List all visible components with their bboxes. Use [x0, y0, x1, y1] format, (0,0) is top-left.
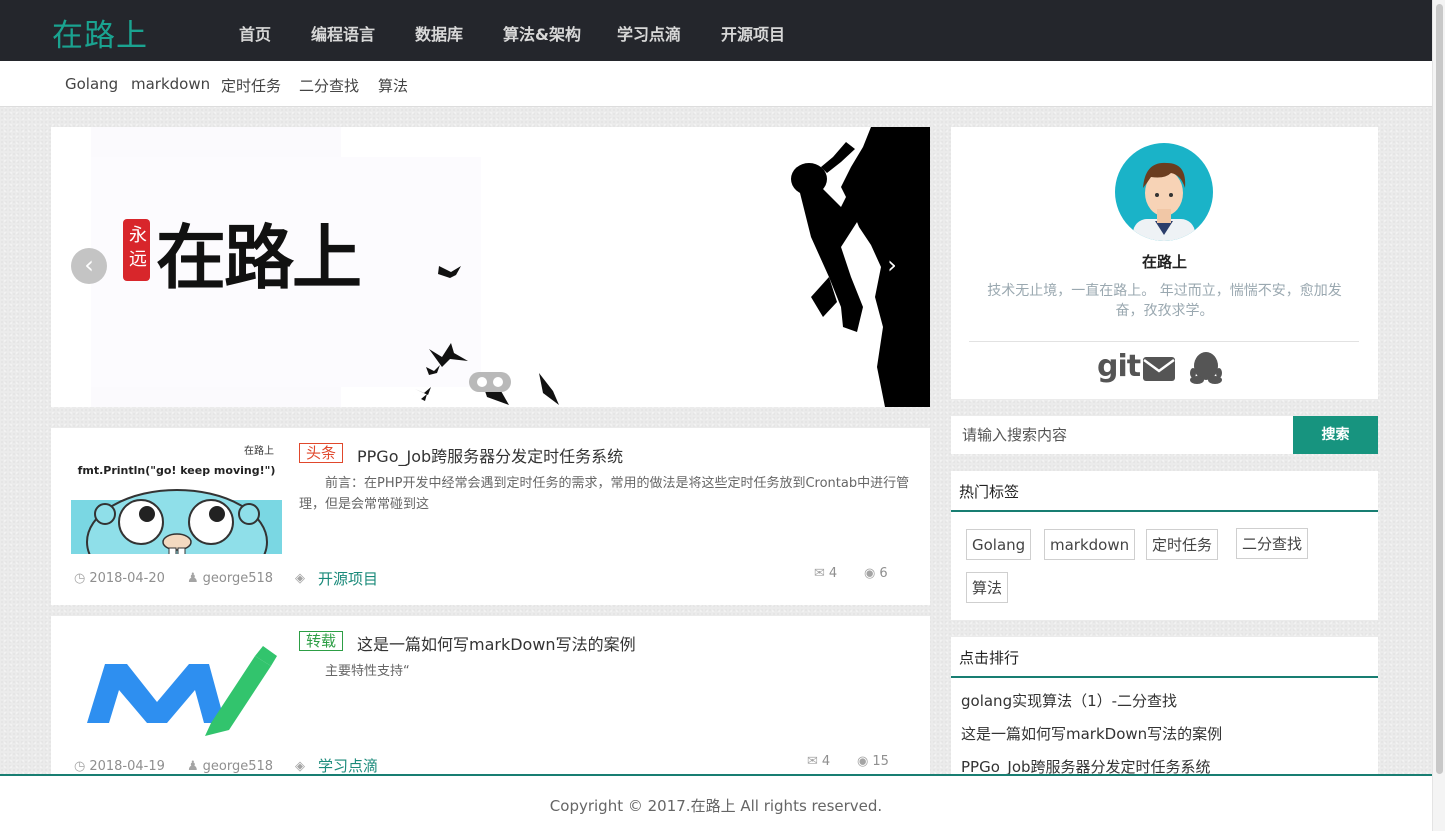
article-title[interactable]: PPGo_Job跨服务器分发定时任务系统 [357, 443, 623, 467]
article-author: ♟ george518 [187, 759, 273, 774]
nav-study-notes[interactable]: 学习点滴 [617, 21, 681, 45]
hot-tags-panel: 热门标签 Golang markdown 定时任务 二分查找 算法 [951, 471, 1378, 620]
subnav-tag-binary-search[interactable]: 二分查找 [299, 75, 359, 96]
eye-icon: ◉ [864, 566, 876, 581]
ranking-panel: 点击排行 golang实现算法（1）-二分查找 这是一篇如何写markDown写… [951, 637, 1378, 777]
carousel-dot-2[interactable] [493, 377, 503, 387]
footer: Copyright © 2017.在路上 All rights reserved… [0, 774, 1432, 831]
comment-count-value: 4 [828, 566, 838, 581]
comment-count: ✉ 4 [814, 566, 837, 581]
avatar-illustration [1133, 162, 1195, 241]
ranking-title: 点击排行 [951, 637, 1378, 678]
view-count-value: 6 [879, 566, 888, 581]
page-scrollbar[interactable] [1432, 0, 1445, 831]
repost-badge: 转载 [299, 631, 344, 651]
subnav-tag-markdown[interactable]: markdown [131, 75, 210, 93]
tag-subnav: Golang markdown 定时任务 二分查找 算法 [0, 61, 1432, 107]
article-date: ◷ 2018-04-19 [74, 759, 165, 774]
ranking-item[interactable]: golang实现算法（1）-二分查找 [961, 690, 1177, 711]
tag-algorithm[interactable]: 算法 [966, 572, 1009, 603]
user-icon: ♟ [187, 571, 199, 586]
banner-calligraphy: 在路上 [156, 216, 362, 299]
hot-tags-title: 热门标签 [951, 471, 1378, 512]
tag-binary-search[interactable]: 二分查找 [1236, 528, 1309, 559]
article-author: ♟ george518 [187, 571, 273, 586]
article-author-value[interactable]: george518 [203, 759, 273, 774]
article-category-link[interactable]: 学习点滴 [318, 755, 378, 776]
carousel-indicators [469, 372, 511, 392]
article-date-value: 2018-04-19 [89, 759, 165, 774]
comment-icon: ✉ [807, 754, 818, 769]
top-navbar: 在路上 首页 编程语言 数据库 算法&架构 学习点滴 开源项目 [0, 0, 1432, 61]
eye-icon: ◉ [857, 754, 869, 769]
headline-badge: 头条 [299, 443, 344, 463]
nav-programming-languages[interactable]: 编程语言 [311, 21, 375, 45]
qq-icon[interactable] [1189, 351, 1223, 385]
git-icon[interactable]: git [1097, 349, 1141, 384]
search-input[interactable] [951, 416, 1293, 454]
scrollbar-thumb[interactable] [1436, 4, 1443, 774]
gopher-illustration [71, 489, 282, 554]
subnav-tag-algorithm[interactable]: 算法 [378, 75, 408, 96]
banner-seal-text: 永远 [129, 225, 147, 270]
copyright-text: Copyright © 2017.在路上 All rights reserved… [549, 797, 883, 815]
comment-icon: ✉ [814, 566, 825, 581]
user-icon: ♟ [187, 759, 199, 774]
brand-logo[interactable]: 在路上 [52, 10, 148, 55]
view-count: ◉ 15 [857, 754, 889, 769]
nav-algorithm-architecture[interactable]: 算法&架构 [503, 21, 581, 45]
view-count: ◉ 6 [864, 566, 888, 581]
tag-icon: ◈ [295, 571, 305, 586]
article-author-value[interactable]: george518 [203, 571, 273, 586]
nav-home[interactable]: 首页 [239, 21, 271, 45]
mail-icon[interactable] [1142, 356, 1176, 382]
clock-icon: ◷ [74, 759, 86, 774]
carousel-next-button[interactable]: › [879, 250, 905, 280]
carousel-dot-1[interactable] [477, 377, 487, 387]
profile-name: 在路上 [1141, 253, 1187, 271]
avatar[interactable] [1115, 143, 1213, 241]
profile-card: 在路上 技术无止境，一直在路上。 年过而立，惴惴不安，愈加发奋，孜孜求学。 gi… [951, 127, 1378, 399]
tag-cron[interactable]: 定时任务 [1146, 529, 1219, 560]
article-thumbnail[interactable] [71, 630, 282, 742]
article-card[interactable]: 在路上 fmt.Println("go! keep moving!") 头条 P… [51, 428, 930, 605]
subnav-tag-cron[interactable]: 定时任务 [221, 75, 281, 96]
article-date-value: 2018-04-20 [89, 571, 165, 586]
tag-markdown[interactable]: markdown [1044, 529, 1136, 560]
markdown-logo [87, 646, 277, 736]
profile-bio: 技术无止境，一直在路上。 年过而立，惴惴不安，愈加发奋，孜孜求学。 [987, 283, 1342, 319]
search-button[interactable]: 搜索 [1293, 416, 1378, 454]
profile-divider [969, 341, 1359, 342]
carousel-prev-button[interactable]: ‹ [71, 248, 107, 284]
subnav-tag-golang[interactable]: Golang [65, 75, 118, 93]
nav-database[interactable]: 数据库 [415, 21, 463, 45]
tag-golang[interactable]: Golang [966, 529, 1032, 560]
article-category: ◈ [295, 571, 309, 586]
article-card[interactable]: 转载 这是一篇如何写markDown写法的案例 主要特性支持“ ◷ 2018-04… [51, 616, 930, 776]
article-category: ◈ [295, 759, 309, 774]
article-excerpt: 主要特性支持“ [299, 664, 410, 679]
article-title[interactable]: 这是一篇如何写markDown写法的案例 [357, 631, 636, 655]
article-category-link[interactable]: 开源项目 [318, 568, 378, 589]
clock-icon: ◷ [74, 571, 86, 586]
view-count-value: 15 [872, 754, 889, 769]
article-excerpt: 前言：在PHP开发中经常会遇到定时任务的需求，常用的做法是将这些定时任务放到Cr… [299, 476, 910, 512]
article-date: ◷ 2018-04-20 [74, 571, 165, 586]
nav-open-source[interactable]: 开源项目 [721, 21, 785, 45]
tag-icon: ◈ [295, 759, 305, 774]
article-thumbnail[interactable]: 在路上 fmt.Println("go! keep moving!") [71, 442, 282, 554]
comment-count-value: 4 [821, 754, 831, 769]
comment-count: ✉ 4 [807, 754, 830, 769]
ranking-item[interactable]: 这是一篇如何写markDown写法的案例 [961, 723, 1222, 744]
